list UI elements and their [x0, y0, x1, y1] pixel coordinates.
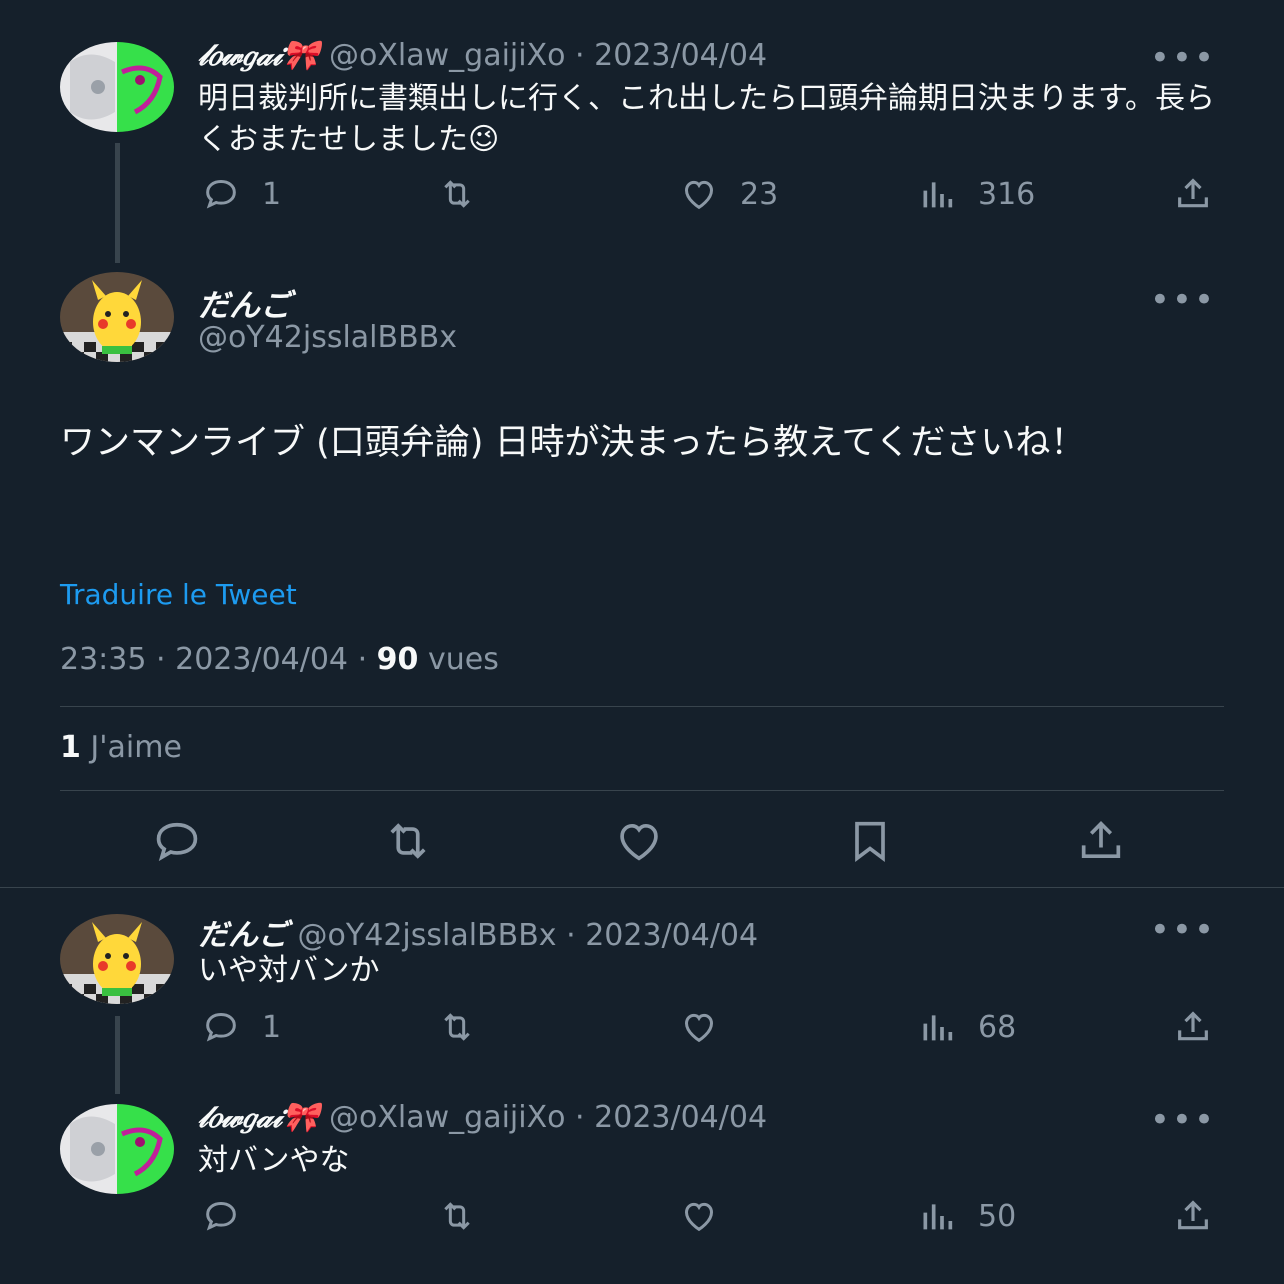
like-count: 23	[740, 176, 779, 212]
tweet-date[interactable]: 2023/04/04	[175, 642, 348, 677]
separator: ·	[575, 38, 585, 73]
retweet-button[interactable]	[434, 174, 480, 214]
heart-icon[interactable]	[609, 815, 669, 867]
tweet-text: いや対バンか	[198, 953, 380, 988]
retweet-icon	[444, 1013, 470, 1041]
separator: ·	[575, 1100, 585, 1135]
views-button[interactable]: 316	[914, 174, 1035, 214]
tweet-time[interactable]: 23:35	[60, 642, 146, 677]
display-name[interactable]: だんご	[198, 280, 291, 325]
more-options-button[interactable]: •••	[1150, 38, 1216, 78]
tweet-text: 対バンやな	[198, 1143, 350, 1178]
share-icon	[1178, 1200, 1208, 1230]
bookmark-icon[interactable]	[840, 815, 900, 867]
reply-button[interactable]: 1	[198, 174, 281, 214]
retweet-icon[interactable]	[378, 815, 438, 867]
like-button[interactable]	[676, 1007, 740, 1047]
reply-icon	[206, 1201, 236, 1231]
likes-count: 1	[60, 730, 81, 765]
reply-icon	[206, 1012, 236, 1042]
display-name[interactable]: だんご	[198, 918, 288, 953]
tweet-actions: 50	[198, 1196, 1218, 1236]
likes-label: J'aime	[90, 730, 182, 765]
tweet-actions: 1 23 316	[198, 174, 1218, 214]
reply-button[interactable]: 1	[198, 1007, 281, 1047]
views-button[interactable]: 50	[914, 1196, 1016, 1236]
divider	[60, 706, 1224, 707]
like-button[interactable]: 23	[676, 174, 778, 214]
handle[interactable]: @oXlaw_gaijiXo	[329, 38, 566, 73]
heart-icon	[684, 1202, 714, 1232]
views-button[interactable]: 68	[914, 1007, 1016, 1047]
more-options-button[interactable]: •••	[1150, 1100, 1216, 1140]
view-count: 316	[978, 176, 1036, 212]
thread-line	[115, 1016, 120, 1094]
reply-button[interactable]	[198, 1196, 262, 1236]
retweet-button[interactable]	[434, 1196, 480, 1236]
tweet-date[interactable]: 2023/04/04	[594, 38, 767, 73]
share-icon[interactable]	[1071, 815, 1131, 867]
more-options-button[interactable]: •••	[1150, 910, 1216, 950]
share-button[interactable]	[1170, 174, 1216, 214]
separator: ·	[156, 642, 166, 677]
avatar-dango[interactable]	[60, 272, 174, 362]
share-icon	[1178, 1011, 1208, 1041]
divider	[0, 887, 1284, 888]
analytics-icon	[923, 1015, 953, 1041]
analytics-icon	[923, 1204, 953, 1230]
heart-icon	[684, 180, 714, 210]
display-name[interactable]: 𝓁𝑜𝓌𝑔𝒶𝒾🎀	[198, 1100, 319, 1135]
main-tweet-actions	[0, 815, 1284, 867]
tweet-header: 𝓁𝑜𝓌𝑔𝒶𝒾🎀 @oXlaw_gaijiXo · 2023/04/04	[198, 1100, 767, 1135]
reply-icon[interactable]	[147, 815, 207, 867]
reply-icon	[206, 179, 236, 209]
tweet-meta: 23:35 · 2023/04/04 · 90 vues	[60, 642, 499, 677]
tweet-date[interactable]: 2023/04/04	[585, 918, 758, 953]
view-count: 50	[978, 1198, 1017, 1234]
retweet-icon	[444, 180, 470, 208]
share-icon	[1178, 178, 1208, 208]
more-options-button[interactable]: •••	[1150, 280, 1216, 320]
retweet-icon	[444, 1202, 470, 1230]
thread-line	[115, 143, 120, 263]
handle[interactable]: @oY42jsslalBBBx	[198, 320, 457, 355]
separator: ·	[566, 918, 576, 953]
handle[interactable]: @oY42jsslalBBBx	[298, 918, 557, 953]
separator: ·	[357, 642, 368, 677]
tweet-text: ワンマンライブ (口頭弁論) 日時が決まったら教えてくださいね！	[60, 423, 1086, 463]
reply-count: 1	[262, 176, 282, 212]
view-count: 68	[978, 1009, 1017, 1045]
like-button[interactable]	[676, 1196, 740, 1236]
tweet-actions: 1 68	[198, 1007, 1218, 1047]
display-name[interactable]: 𝓁𝑜𝓌𝑔𝒶𝒾🎀	[198, 38, 319, 73]
tweet-header: だんご @oY42jsslalBBBx · 2023/04/04	[198, 910, 758, 954]
views-count: 90	[376, 642, 419, 677]
translate-link[interactable]: Traduire le Tweet	[60, 578, 297, 611]
heart-icon	[684, 1013, 714, 1043]
avatar-lowgai[interactable]	[60, 1104, 174, 1194]
retweet-button[interactable]	[434, 1007, 480, 1047]
avatar-dango[interactable]	[60, 914, 174, 1004]
handle[interactable]: @oXlaw_gaijiXo	[329, 1100, 566, 1135]
share-button[interactable]	[1170, 1007, 1216, 1047]
divider	[60, 790, 1224, 791]
tweet-date[interactable]: 2023/04/04	[594, 1100, 767, 1135]
tweet-text: 明日裁判所に書類出しに行く、これ出したら口頭弁論期日決まります。長らくおまたせし…	[198, 81, 1215, 157]
avatar-lowgai[interactable]	[60, 42, 174, 132]
tweet-header: 𝓁𝑜𝓌𝑔𝒶𝒾🎀 @oXlaw_gaijiXo · 2023/04/04	[198, 38, 767, 73]
share-button[interactable]	[1170, 1196, 1216, 1236]
likes-summary[interactable]: 1 J'aime	[60, 730, 182, 765]
analytics-icon	[923, 182, 953, 208]
views-label: vues	[427, 642, 499, 677]
reply-count: 1	[262, 1009, 282, 1045]
